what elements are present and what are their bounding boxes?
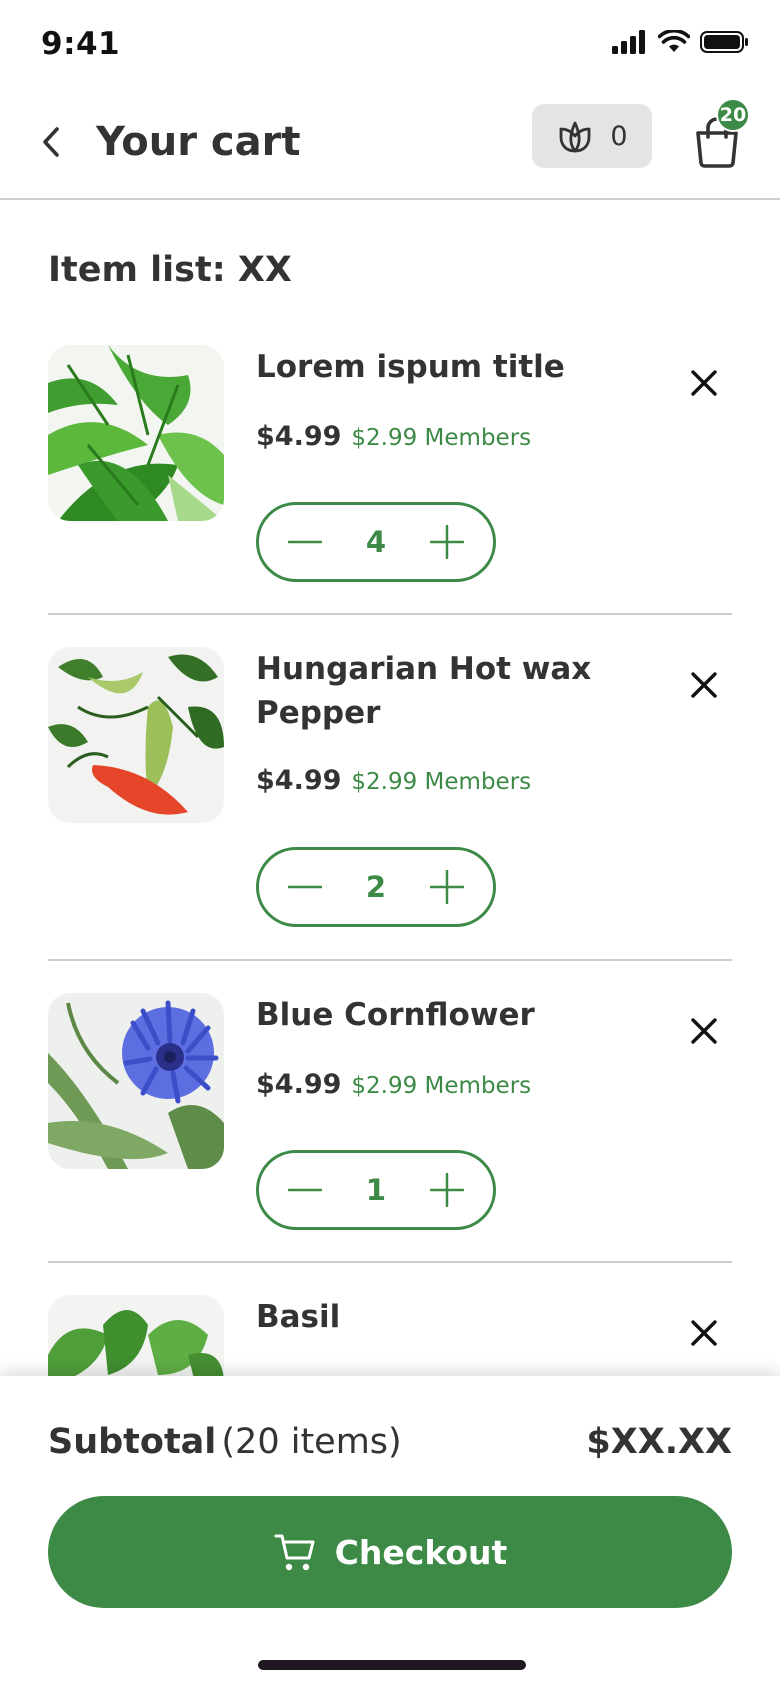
subtotal-label: Subtotal (48, 1422, 217, 1462)
minus-icon (288, 1188, 322, 1192)
item-name[interactable]: Hungarian Hot wax Pepper (256, 647, 656, 735)
home-indicator (258, 1660, 526, 1670)
decrease-quantity-button[interactable] (285, 867, 325, 907)
wifi-icon (658, 30, 690, 52)
signal-icon (612, 30, 645, 54)
close-icon (691, 1018, 717, 1044)
minus-icon (288, 885, 322, 889)
remove-item-button[interactable] (676, 1003, 732, 1059)
minus-icon (288, 540, 322, 544)
item-name[interactable]: Blue Cornflower (256, 993, 656, 1037)
leaf-icon (560, 121, 591, 153)
checkout-label: Checkout (334, 1532, 508, 1572)
quantity-stepper: 4 (256, 502, 496, 582)
points-count: 0 (610, 120, 628, 152)
item-price: $4.99 (256, 765, 342, 796)
page-title: Your cart (96, 119, 301, 165)
item-price: $4.99 (256, 1069, 342, 1100)
item-name[interactable]: Lorem ispum title (256, 345, 656, 389)
subtotal-row: Subtotal (20 items) $XX.XX (48, 1422, 732, 1462)
decrease-quantity-button[interactable] (285, 1170, 325, 1210)
remove-item-button[interactable] (676, 1305, 732, 1361)
subtotal-item-count: (20 items) (221, 1422, 402, 1462)
product-image-cornflower[interactable] (48, 993, 224, 1169)
plus-icon (430, 1173, 464, 1207)
checkout-panel: Subtotal (20 items) $XX.XX Checkout (0, 1376, 780, 1688)
item-price: $4.99 (256, 421, 342, 452)
price-row: $4.99 $2.99 Members (256, 421, 531, 452)
quantity-stepper: 1 (256, 1150, 496, 1230)
points-chip[interactable]: 0 (532, 104, 652, 168)
subtotal-value: $XX.XX (586, 1422, 732, 1462)
product-image-greens[interactable] (48, 345, 224, 521)
cart-icon (274, 1534, 315, 1571)
quantity-value: 2 (365, 870, 387, 904)
quantity-stepper: 2 (256, 847, 496, 927)
product-image-pepper[interactable] (48, 647, 224, 823)
quantity-value: 1 (365, 1173, 387, 1207)
price-row: $4.99 $2.99 Members (256, 1069, 531, 1100)
battery-icon (700, 31, 748, 53)
increase-quantity-button[interactable] (427, 522, 467, 562)
app-header: Your cart 0 20 (0, 92, 780, 200)
increase-quantity-button[interactable] (427, 1170, 467, 1210)
price-row: $4.99 $2.99 Members (256, 765, 531, 796)
divider (48, 959, 732, 961)
status-icons (612, 30, 750, 54)
item-list-heading: Item list: XX (48, 250, 292, 290)
cart-bag-button[interactable]: 20 (686, 98, 756, 174)
cart-count-badge: 20 (716, 98, 750, 132)
divider (48, 1261, 732, 1263)
chevron-left-icon (43, 127, 59, 157)
quantity-value: 4 (365, 525, 387, 559)
plus-icon (430, 525, 464, 559)
plus-icon (430, 870, 464, 904)
close-icon (691, 1320, 717, 1346)
close-icon (691, 370, 717, 396)
decrease-quantity-button[interactable] (285, 522, 325, 562)
remove-item-button[interactable] (676, 355, 732, 411)
back-button[interactable] (22, 112, 82, 172)
checkout-button[interactable]: Checkout (48, 1496, 732, 1608)
divider (48, 613, 732, 615)
remove-item-button[interactable] (676, 657, 732, 713)
increase-quantity-button[interactable] (427, 867, 467, 907)
status-time: 9:41 (41, 26, 121, 62)
member-price: $2.99 Members (351, 1073, 532, 1099)
member-price: $2.99 Members (351, 769, 532, 795)
status-bar: 9:41 (0, 0, 780, 92)
close-icon (691, 672, 717, 698)
member-price: $2.99 Members (351, 425, 532, 451)
item-name[interactable]: Basil (256, 1295, 656, 1339)
